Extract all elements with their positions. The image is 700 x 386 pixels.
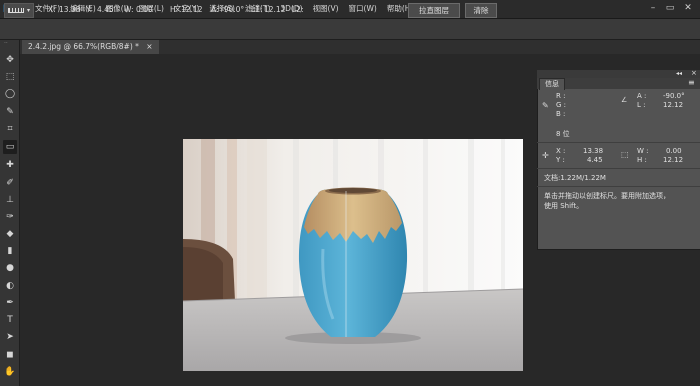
straighten-layer-button[interactable]: 拉直图层 [408,3,460,18]
x-label: X: [48,5,56,14]
x-value: 13.38 [59,5,81,14]
healing-icon[interactable]: ✚ [3,158,17,172]
bit-depth: 8 位 [556,130,570,138]
type-icon[interactable]: T [3,313,17,327]
info-y-label: Y : [556,156,565,164]
chevron-down-icon: ▾ [26,7,30,14]
close-window-icon[interactable]: ✕ [682,2,694,14]
g-label: G : [556,101,567,109]
info-h-label: H : [637,156,647,164]
info-x-label: X : [556,147,566,155]
restore-icon[interactable]: ▭ [664,2,676,14]
history-brush-icon[interactable]: ✑ [3,210,17,224]
info-l-label: L : [637,101,646,109]
h-label: H: [170,5,179,14]
document-size: 文档:1.22M/1.22M [544,174,606,182]
close-panel-icon[interactable]: × [691,69,697,77]
dodge-icon[interactable]: ◐ [3,279,17,293]
divider [537,142,700,143]
info-y-value: 4.45 [587,156,603,164]
info-h-value: 12.12 [663,156,684,164]
h-value: 12.12 [181,5,203,14]
document-canvas[interactable] [183,139,523,371]
path-select-icon[interactable]: ➤ [3,330,17,344]
eyedropper-icon: ✎ [542,101,549,110]
ruler-icon [7,8,24,13]
shape-icon[interactable]: ◼ [3,348,17,362]
a-value: -90.0° [221,5,245,14]
gradient-icon[interactable]: ▮ [3,244,17,258]
blur-icon[interactable]: ● [3,261,17,275]
lasso-icon[interactable]: ◯ [3,87,17,101]
selection-size-icon: ⬚ [621,150,629,159]
hint-line-1: 单击并拖动以创建标尺。要用附加选项， [544,192,670,200]
y-value: 4.45 [97,5,114,14]
info-w-label: W : [637,147,649,155]
move-icon[interactable]: ✥ [3,53,17,67]
info-x-value: 13.38 [583,147,604,155]
info-a-value: -90.0° [663,92,685,100]
document-tab[interactable]: 2.4.2.jpg @ 66.7%(RGB/8#) * × [22,40,159,54]
minimize-icon[interactable]: – [647,2,659,14]
w-label: W: [124,5,134,14]
y-label: Y: [86,5,93,14]
document-title: 2.4.2.jpg @ 66.7%(RGB/8#) * [28,42,139,51]
panel-menu-icon[interactable]: ≡ [688,78,695,87]
pen-icon[interactable]: ✒ [3,296,17,310]
brush-icon[interactable]: ✐ [3,176,17,190]
vase-photo [183,139,523,371]
hand-icon[interactable]: ✋ [3,365,17,379]
a-label: A: [211,5,219,14]
tool-preset-picker[interactable]: ▾ [4,3,34,18]
divider [537,186,700,187]
options-bar [0,19,700,40]
quick-select-icon[interactable]: ✎ [3,105,17,119]
clear-button[interactable]: 清除 [465,3,497,18]
ruler-icon[interactable]: ▭ [3,140,17,154]
l1-label: L1: [251,5,263,14]
menu-item[interactable]: 窗口(W) [344,0,382,18]
r-label: R : [556,92,566,100]
marquee-icon[interactable]: ⬚ [3,70,17,84]
hint-line-2: 使用 Shift。 [544,202,584,210]
menu-item[interactable]: 视图(V) [308,0,344,18]
eraser-icon[interactable]: ◆ [3,227,17,241]
close-tab-icon[interactable]: × [146,42,152,51]
angle-icon: ∠ [621,96,628,104]
collapse-icon[interactable]: ◂◂ [676,70,682,77]
l2-label: L2: [292,5,304,14]
info-w-value: 0.00 [666,147,682,155]
panel-grip: ·· [4,40,8,47]
tab-info[interactable]: 信息 [539,78,565,90]
w-value: 0.00 [136,5,153,14]
l1-value: 12.12 [264,5,286,14]
crosshair-icon: ✛ [542,151,549,160]
divider [537,168,700,169]
info-l-value: 12.12 [663,101,684,109]
stamp-icon[interactable]: ⊥ [3,193,17,207]
info-a-label: A : [637,92,647,100]
b-label: B : [556,110,566,118]
crop-icon[interactable]: ⌗ [3,122,17,136]
